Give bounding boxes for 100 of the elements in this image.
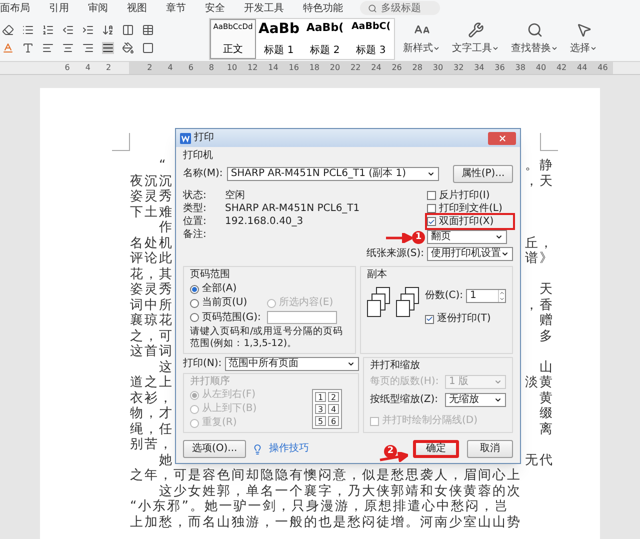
indent-decrease-icon[interactable] (62, 24, 74, 36)
style-option[interactable]: AaBb 标题 1 (256, 19, 302, 59)
align-justify-icon[interactable] (102, 42, 114, 54)
ruler-number: 44 (576, 62, 588, 74)
page-stack-icon (366, 287, 391, 317)
style-label: 标题 3 (356, 46, 386, 56)
menu-tab[interactable]: 特色功能 (301, 0, 345, 16)
align-center-icon[interactable] (62, 42, 74, 54)
document-text: 评论此 (130, 251, 174, 266)
checkbox-label: 打印到文件(L) (439, 202, 502, 214)
dialog-button[interactable]: 取消 (467, 440, 513, 458)
info-label: 位置: (183, 216, 208, 228)
menu-tab[interactable]: 视图 (125, 0, 149, 16)
radio-label: 所选内容(E) (279, 297, 334, 309)
document-text: 姿灵秀 (130, 189, 174, 204)
document-text: 姿灵秀 (130, 282, 174, 298)
columns-icon[interactable] (122, 24, 134, 36)
menu-tab[interactable]: 面布局 (0, 0, 32, 16)
chevron-down-icon (501, 250, 509, 258)
field-label: 名称(M): (183, 168, 223, 180)
duplex-dropdown[interactable]: 翻页 (427, 230, 507, 244)
font-color-icon[interactable] (2, 42, 14, 54)
indent-increase-icon[interactable] (82, 24, 94, 36)
paper-source-dropdown[interactable]: 使用打印机设置 (427, 247, 513, 261)
ruler-number: 32 (452, 62, 465, 74)
ribbon-tool[interactable]: 查找替换 (511, 22, 558, 56)
numbered-list-icon[interactable] (42, 24, 54, 36)
style-sample: AaBb( (306, 22, 344, 33)
radio-button[interactable] (190, 284, 199, 294)
checkbox[interactable] (424, 314, 434, 324)
document-text: 之年，可是容色间却隐隐有懊闷意，似是愁思袭人，眉间心上 (130, 468, 522, 483)
radio-button[interactable] (190, 313, 199, 322)
menu-tab[interactable]: 引用 (47, 0, 71, 16)
checkbox-label: 逐份打印(T) (436, 313, 491, 325)
search-field[interactable]: 多级标题 (360, 1, 440, 15)
style-label: 标题 2 (310, 46, 340, 56)
field-label: 每页的版数(H): (370, 376, 440, 388)
page-range-input[interactable] (266, 311, 337, 324)
ruler-number: 40 (534, 62, 548, 74)
eraser-icon[interactable] (2, 24, 14, 36)
ribbon-tool[interactable]: 文字工具 (452, 22, 499, 56)
dialog-title: 打印 (194, 132, 214, 144)
close-button[interactable] (488, 132, 516, 144)
ribbon-tool[interactable]: 选择 (570, 22, 597, 56)
printer-dropdown[interactable]: SHARP AR-M451N PCL6_T1 (副本 1) (226, 167, 439, 181)
group-title: 页码范围 (190, 269, 231, 281)
document-text: 谱》 (525, 251, 554, 266)
info-value: 空闲 (225, 190, 245, 202)
menu-tab[interactable]: 安全 (203, 0, 227, 16)
tips-link[interactable]: 操作技巧 (269, 443, 310, 455)
align-left-icon[interactable] (42, 42, 54, 54)
ruler-number: 12 (246, 62, 259, 74)
chevron-down-icon (494, 378, 502, 386)
radio-button[interactable] (190, 298, 199, 308)
document-text: 这 (158, 360, 174, 375)
pointer-icon (576, 22, 592, 38)
properties-button[interactable]: 属性(P)... (453, 165, 513, 183)
print-pages-dropdown[interactable]: 范围中所有页面 (224, 357, 359, 371)
document-text: “小东邪”。她一驴一剑，只身漫游，原想排遣心中愁闷，岂 (130, 499, 509, 514)
document-text: 道之上 (130, 375, 174, 390)
ribbon-tool[interactable]: 新样式 (403, 22, 440, 56)
menu-tab[interactable]: 开发工具 (242, 0, 286, 16)
page-stack-icon (396, 287, 420, 317)
table-icon[interactable] (142, 24, 154, 36)
ruler-number: 46 (596, 62, 609, 74)
dialog-button[interactable]: 确定 (413, 440, 459, 458)
border-icon[interactable] (142, 42, 154, 54)
page-number: 4 (328, 404, 339, 414)
copies-spinner[interactable]: 1 (466, 289, 506, 303)
document-text: 词中所 (130, 298, 174, 313)
document-text: ，香 (525, 298, 554, 313)
document-text: 赠 (540, 313, 554, 328)
ruler-number: 28 (411, 62, 424, 74)
caret-icon (433, 45, 440, 52)
checkbox[interactable] (427, 204, 436, 213)
menu-tab[interactable]: 审阅 (86, 0, 110, 16)
dropdown[interactable]: 无缩放 (445, 393, 506, 407)
checkbox[interactable] (427, 217, 436, 226)
align-right-icon[interactable] (82, 42, 94, 54)
style-option[interactable]: AaBbC( 标题 3 (348, 19, 394, 59)
text-icon[interactable] (22, 42, 34, 54)
corner-mark-icon (540, 133, 558, 151)
document-text: 别苦， (130, 437, 174, 452)
group-title: 副本 (366, 269, 388, 281)
sort-icon[interactable] (102, 24, 114, 36)
style-sample: AaBbC( (351, 22, 391, 32)
options-button[interactable]: 选项(O)... (183, 440, 246, 458)
radio-label: 当前页(U) (202, 297, 248, 309)
checkbox-label: 反片打印(I) (439, 190, 490, 202)
shading-icon[interactable] (122, 42, 134, 54)
document-text: 多 (540, 328, 554, 344)
style-label: 标题 1 (264, 46, 294, 56)
ruler-number: 14 (267, 62, 280, 74)
annotation-arrow (384, 233, 412, 243)
info-label: 备注: (183, 228, 208, 240)
menu-tab[interactable]: 章节 (164, 0, 188, 16)
page-number: 5 (315, 416, 326, 426)
checkbox[interactable] (427, 191, 436, 200)
document-text: 这首词 (130, 344, 174, 360)
style-option[interactable]: AaBb( 标题 2 (302, 19, 348, 59)
